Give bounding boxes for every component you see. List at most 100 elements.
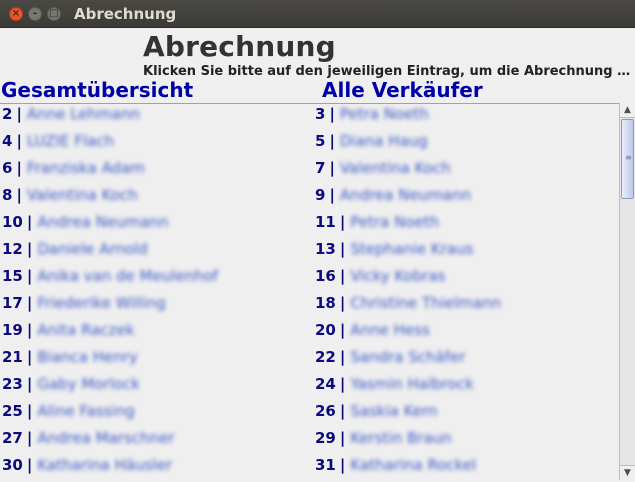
entry-number: 13: [315, 240, 336, 258]
entry-name[interactable]: Yasmin Halbrock: [350, 375, 473, 393]
all-sellers-link[interactable]: Alle Verkäufer: [322, 78, 483, 102]
entry-name[interactable]: Anika van de Meulenhof: [37, 267, 218, 285]
entry-name[interactable]: Valentina Koch: [340, 159, 451, 177]
scroll-down-icon[interactable]: ▼: [620, 465, 635, 480]
entry-separator: |: [339, 294, 346, 312]
seller-entry[interactable]: 15 | Anika van de Meulenhof: [2, 266, 218, 286]
seller-entry[interactable]: 23 | Gaby Morlock: [2, 374, 140, 394]
entry-number: 5: [315, 132, 326, 150]
seller-entry[interactable]: 6 | Franziska Adam: [2, 158, 145, 178]
seller-entry[interactable]: 27 | Andrea Marschner: [2, 428, 174, 448]
entry-name[interactable]: Bianca Henry: [37, 348, 137, 366]
seller-entry[interactable]: 3 | Petra Noeth: [315, 104, 429, 124]
seller-entry[interactable]: 18 | Christine Thielmann: [315, 293, 501, 313]
entry-name[interactable]: Sandra Schäfer: [350, 348, 465, 366]
entry-number: 15: [2, 267, 23, 285]
entry-separator: |: [339, 348, 346, 366]
entry-name[interactable]: Saskia Kern: [350, 402, 437, 420]
entry-name[interactable]: Kerstin Braun: [350, 429, 451, 447]
seller-entry[interactable]: 12 | Daniele Arnold: [2, 239, 148, 259]
seller-entry[interactable]: 17 | Friederike Willing: [2, 293, 166, 313]
seller-entry[interactable]: 31 | Katharina Rockel: [315, 455, 476, 475]
seller-entry[interactable]: 11 | Petra Noeth: [315, 212, 439, 232]
seller-entry[interactable]: 7 | Valentina Koch: [315, 158, 451, 178]
entry-name[interactable]: Anita Raczek: [37, 321, 134, 339]
overview-link[interactable]: Gesamtübersicht: [1, 78, 193, 102]
entry-separator: |: [16, 186, 22, 204]
entry-name[interactable]: Vicky Kobras: [350, 267, 445, 285]
entry-number: 7: [315, 159, 326, 177]
entry-name[interactable]: Christine Thielmann: [350, 294, 501, 312]
entry-separator: |: [26, 240, 33, 258]
vertical-scrollbar[interactable]: ▲ ≡ ▼: [619, 103, 635, 480]
seller-entry[interactable]: 30 | Katharina Häusler: [2, 455, 172, 475]
entry-separator: |: [339, 456, 346, 474]
entry-name[interactable]: Andrea Neumann: [37, 213, 168, 231]
seller-entry[interactable]: 29 | Kerstin Braun: [315, 428, 452, 448]
entry-separator: |: [26, 348, 33, 366]
entry-number: 6: [2, 159, 13, 177]
scrollbar-thumb[interactable]: ≡: [621, 119, 634, 199]
minimize-window-button[interactable]: –: [28, 7, 42, 21]
maximize-window-button[interactable]: □: [47, 7, 61, 21]
entry-separator: |: [329, 105, 335, 123]
entry-number: 3: [315, 105, 326, 123]
entry-name[interactable]: Valentina Koch: [27, 186, 138, 204]
seller-entry[interactable]: 24 | Yasmin Halbrock: [315, 374, 474, 394]
entry-separator: |: [16, 132, 22, 150]
entry-name[interactable]: Anne Lehmann: [27, 105, 140, 123]
entry-name[interactable]: Gaby Morlock: [37, 375, 140, 393]
entry-separator: |: [26, 375, 33, 393]
seller-entry[interactable]: 22 | Sandra Schäfer: [315, 347, 465, 367]
entry-name[interactable]: Stephanie Kraus: [350, 240, 473, 258]
entry-separator: |: [339, 321, 346, 339]
entry-name[interactable]: Diana Haug: [340, 132, 428, 150]
entry-name[interactable]: Katharina Rockel: [350, 456, 476, 474]
entry-separator: |: [339, 267, 346, 285]
entry-number: 18: [315, 294, 336, 312]
entry-separator: |: [26, 294, 33, 312]
entry-number: 16: [315, 267, 336, 285]
seller-entry[interactable]: 10 | Andrea Neumann: [2, 212, 168, 232]
seller-entry[interactable]: 2 | Anne Lehmann: [2, 104, 140, 124]
entry-name[interactable]: Petra Noeth: [350, 213, 439, 231]
seller-entry[interactable]: 20 | Anne Hess: [315, 320, 430, 340]
entry-number: 25: [2, 402, 23, 420]
entry-name[interactable]: LUZIE Flach: [27, 132, 114, 150]
entry-name[interactable]: Petra Noeth: [340, 105, 429, 123]
entry-number: 21: [2, 348, 23, 366]
close-window-button[interactable]: ×: [9, 7, 23, 21]
entry-separator: |: [26, 429, 33, 447]
seller-entry[interactable]: 4 | LUZIE Flach: [2, 131, 114, 151]
seller-entry[interactable]: 8 | Valentina Koch: [2, 185, 138, 205]
entry-name[interactable]: Aline Fassing: [37, 402, 134, 420]
seller-entry[interactable]: 21 | Bianca Henry: [2, 347, 138, 367]
entry-separator: |: [329, 132, 335, 150]
grip-icon: ≡: [625, 153, 632, 162]
entry-number: 31: [315, 456, 336, 474]
seller-entry[interactable]: 25 | Aline Fassing: [2, 401, 135, 421]
entry-separator: |: [16, 159, 22, 177]
entry-name[interactable]: Anne Hess: [350, 321, 429, 339]
entry-number: 22: [315, 348, 336, 366]
entry-number: 24: [315, 375, 336, 393]
entry-number: 12: [2, 240, 23, 258]
seller-entry[interactable]: 13 | Stephanie Kraus: [315, 239, 473, 259]
entry-separator: |: [26, 456, 33, 474]
seller-entry[interactable]: 16 | Vicky Kobras: [315, 266, 445, 286]
entry-name[interactable]: Friederike Willing: [37, 294, 166, 312]
instruction-text: Klicken Sie bitte auf den jeweiligen Ein…: [143, 64, 633, 79]
entry-name[interactable]: Daniele Arnold: [37, 240, 147, 258]
seller-entry[interactable]: 5 | Diana Haug: [315, 131, 428, 151]
entry-name[interactable]: Katharina Häusler: [37, 456, 172, 474]
seller-entry[interactable]: 26 | Saskia Kern: [315, 401, 437, 421]
scroll-up-icon[interactable]: ▲: [620, 103, 635, 118]
entry-separator: |: [26, 321, 33, 339]
entry-number: 9: [315, 186, 326, 204]
seller-entry[interactable]: 19 | Anita Raczek: [2, 320, 134, 340]
seller-entry[interactable]: 9 | Andrea Neumann: [315, 185, 471, 205]
entry-name[interactable]: Andrea Neumann: [340, 186, 471, 204]
entry-name[interactable]: Franziska Adam: [27, 159, 145, 177]
entry-name[interactable]: Andrea Marschner: [37, 429, 174, 447]
entry-separator: |: [329, 159, 335, 177]
